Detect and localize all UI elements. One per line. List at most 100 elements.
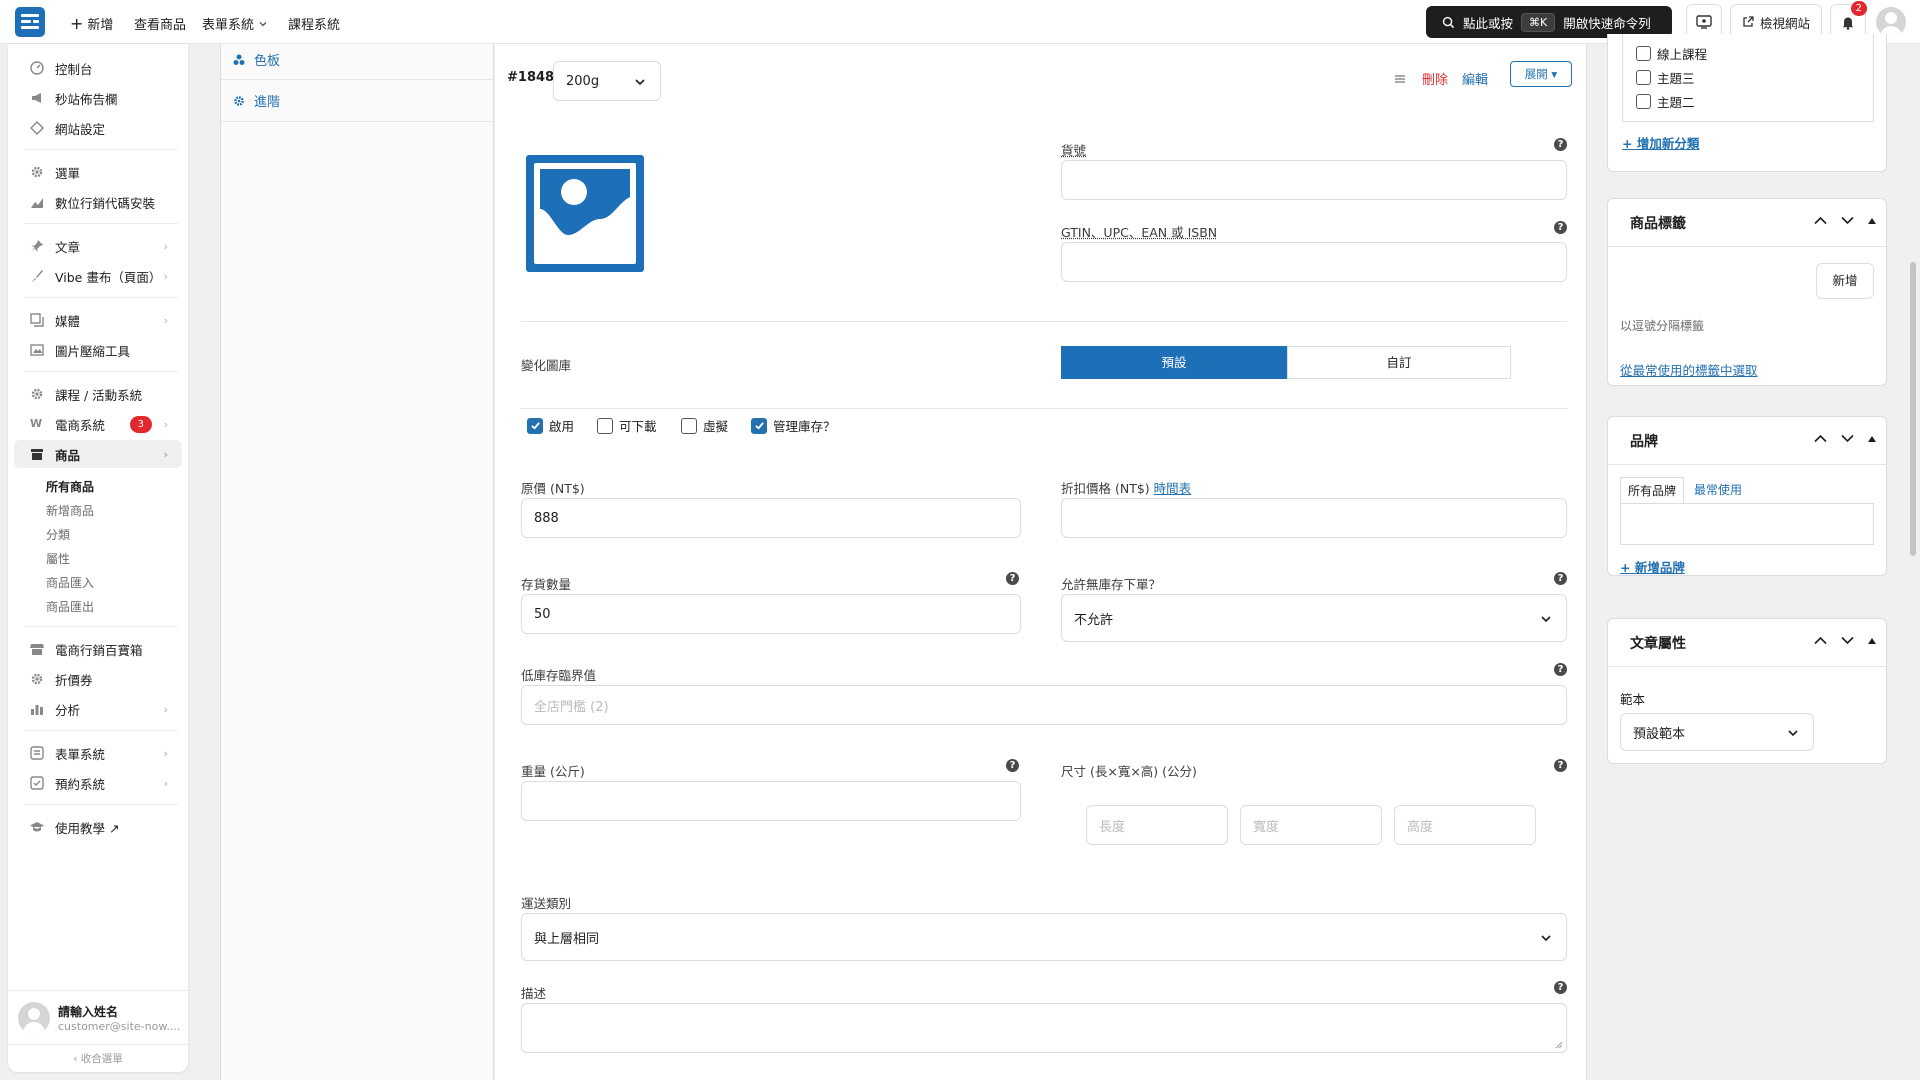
- bell-icon: [1842, 17, 1854, 30]
- sidebar-item-analytics[interactable]: 分析 ›: [14, 695, 182, 723]
- tab-swatches[interactable]: 色板: [221, 40, 495, 80]
- schedule-link[interactable]: 時間表: [1154, 481, 1192, 496]
- new-menu[interactable]: + 新增: [70, 14, 113, 33]
- variation-attribute-value: 200g: [566, 73, 600, 89]
- external-link-icon: [1743, 16, 1754, 27]
- course-system-link[interactable]: 課程系統: [288, 14, 340, 33]
- category-checkbox[interactable]: 線上課程: [1636, 44, 1707, 63]
- chevron-up-icon[interactable]: [1814, 434, 1827, 443]
- edit-variation-link[interactable]: 編輯: [1462, 69, 1488, 88]
- menu-icon[interactable]: [1394, 73, 1406, 85]
- sidebar-item-ecommerce[interactable]: W 電商系統 3 ›: [14, 410, 182, 438]
- help-icon[interactable]: ?: [1554, 663, 1567, 676]
- backorder-select[interactable]: 不允許: [1061, 594, 1567, 642]
- search-icon: [1442, 16, 1455, 28]
- education-icon: [30, 822, 44, 832]
- resize-handle-icon[interactable]: [1555, 1041, 1563, 1049]
- sidebar-item-menus[interactable]: 選單: [14, 158, 182, 186]
- add-tag-button[interactable]: 新增: [1816, 263, 1874, 299]
- sidebar-item-course-system[interactable]: 課程 / 活動系統: [14, 380, 182, 408]
- sidebar-sub-export[interactable]: 商品匯出: [46, 598, 94, 615]
- add-brand-link[interactable]: + 新增品牌: [1620, 557, 1685, 576]
- toggle-arrow-icon[interactable]: [1868, 217, 1876, 224]
- sidebar-item-products[interactable]: 商品 ›: [14, 440, 182, 468]
- sidebar-sub-import[interactable]: 商品匯入: [46, 574, 94, 591]
- length-input[interactable]: 長度: [1086, 805, 1228, 845]
- user-avatar[interactable]: [18, 1002, 50, 1034]
- gtin-input[interactable]: [1061, 242, 1567, 282]
- help-icon[interactable]: ?: [1554, 572, 1567, 585]
- help-icon[interactable]: ?: [1554, 759, 1567, 772]
- media-icon: [30, 313, 44, 327]
- help-icon[interactable]: ?: [1006, 572, 1019, 585]
- brand-tab-all[interactable]: 所有品牌: [1620, 477, 1684, 503]
- sidebar-item-marketing-code[interactable]: 數位行銷代碼安裝: [14, 188, 182, 216]
- avatar[interactable]: [1876, 7, 1906, 37]
- sidebar-item-forms[interactable]: 表單系統 ›: [14, 739, 182, 767]
- forms-system-menu[interactable]: 表單系統: [202, 14, 268, 33]
- sku-input[interactable]: [1061, 160, 1567, 200]
- sidebar-sub-add-product[interactable]: 新增商品: [46, 502, 94, 519]
- chevron-up-icon[interactable]: [1814, 216, 1827, 225]
- site-logo-icon[interactable]: [15, 7, 45, 37]
- sidebar-item-vibe-canvas[interactable]: Vibe 畫布（頁面） ›: [14, 262, 182, 290]
- tab-advanced[interactable]: 進階: [221, 80, 495, 122]
- height-input[interactable]: 高度: [1394, 805, 1536, 845]
- chevron-down-icon: [259, 21, 267, 26]
- chevron-down-icon[interactable]: [1841, 216, 1854, 225]
- variation-image-upload[interactable]: [526, 155, 644, 272]
- sidebar-item-coupons[interactable]: 折價券: [14, 665, 182, 693]
- sidebar-item-booking[interactable]: 預約系統 ›: [14, 769, 182, 797]
- downloadable-checkbox[interactable]: 可下載: [597, 416, 657, 435]
- brand-tab-common[interactable]: 最常使用: [1694, 477, 1742, 503]
- view-products-link[interactable]: 查看商品: [134, 14, 186, 33]
- collapse-menu-button[interactable]: ‹ 收合選單: [8, 1051, 188, 1066]
- sidebar-item-dashboard[interactable]: 控制台: [14, 54, 182, 82]
- enabled-checkbox[interactable]: 啟用: [527, 416, 574, 435]
- chevron-down-icon[interactable]: [1841, 434, 1854, 443]
- weight-input[interactable]: [521, 781, 1021, 821]
- expand-button[interactable]: 展開 ▾: [1510, 61, 1572, 87]
- gallery-default-option[interactable]: 預設: [1061, 346, 1287, 379]
- manage-stock-checkbox[interactable]: 管理庫存？: [751, 416, 836, 435]
- sidebar-item-tutorials[interactable]: 使用教學 ↗: [14, 813, 182, 841]
- sidebar-sub-attributes[interactable]: 屬性: [46, 550, 70, 567]
- choose-common-tags-link[interactable]: 從最常使用的標籤中選取: [1620, 360, 1758, 379]
- checkbox-label: 管理庫存？: [773, 419, 836, 434]
- category-checkbox[interactable]: 主題二: [1636, 92, 1695, 111]
- chevron-up-icon[interactable]: [1814, 636, 1827, 645]
- sale-price-input[interactable]: [1061, 498, 1567, 538]
- sidebar-item-announcements[interactable]: 秒站佈告欄: [14, 84, 182, 112]
- chevron-right-icon: ›: [163, 702, 168, 716]
- page-scrollbar[interactable]: [1910, 262, 1916, 556]
- help-icon[interactable]: ?: [1554, 981, 1567, 994]
- shipping-class-select[interactable]: 與上層相同: [521, 913, 1567, 961]
- help-icon[interactable]: ?: [1554, 138, 1567, 151]
- gallery-custom-option[interactable]: 自訂: [1287, 346, 1511, 379]
- category-checkbox[interactable]: 主題三: [1636, 68, 1695, 87]
- sidebar-item-marketing-toolbox[interactable]: 電商行銷百寶箱: [14, 635, 182, 663]
- sidebar-sub-categories[interactable]: 分類: [46, 526, 70, 543]
- variation-attribute-select[interactable]: 200g: [553, 61, 661, 101]
- width-input[interactable]: 寬度: [1240, 805, 1382, 845]
- chart-icon: [31, 705, 43, 715]
- stock-input[interactable]: 50: [521, 594, 1021, 634]
- delete-variation-link[interactable]: 刪除: [1422, 69, 1448, 88]
- chevron-down-icon[interactable]: [1841, 636, 1854, 645]
- regular-price-input[interactable]: 888: [521, 498, 1021, 538]
- toggle-arrow-icon[interactable]: [1868, 435, 1876, 442]
- toggle-arrow-icon[interactable]: [1868, 637, 1876, 644]
- sidebar-sub-all-products[interactable]: 所有商品: [46, 478, 94, 495]
- add-category-link[interactable]: + 增加新分類: [1622, 133, 1699, 152]
- sidebar-item-media[interactable]: 媒體 ›: [14, 306, 182, 334]
- virtual-checkbox[interactable]: 虛擬: [681, 416, 728, 435]
- sidebar-item-image-compress[interactable]: 圖片壓縮工具: [14, 336, 182, 364]
- description-textarea[interactable]: [521, 1003, 1567, 1053]
- sidebar-item-site-settings[interactable]: 網站設定: [14, 114, 182, 142]
- template-select[interactable]: 預設範本: [1620, 713, 1814, 751]
- height-placeholder: 高度: [1407, 819, 1434, 835]
- help-icon[interactable]: ?: [1554, 221, 1567, 234]
- sidebar-item-posts[interactable]: 文章 ›: [14, 232, 182, 260]
- help-icon[interactable]: ?: [1006, 759, 1019, 772]
- low-stock-input[interactable]: 全店門檻 (2): [521, 685, 1567, 725]
